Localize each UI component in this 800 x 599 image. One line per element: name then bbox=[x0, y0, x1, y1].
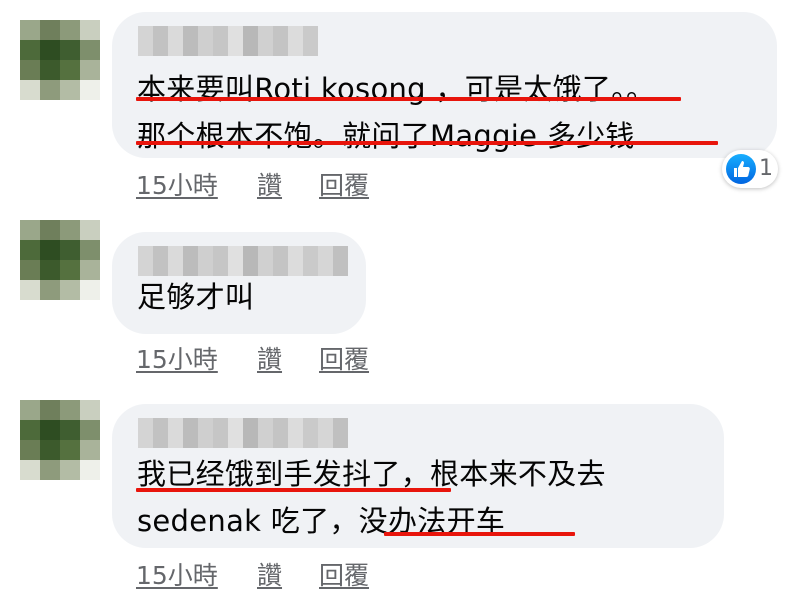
reaction-count: 1 bbox=[759, 156, 773, 181]
comment-bubble: 我已经饿到手发抖了，根本来不及去 sedenak 吃了，没办法开车 bbox=[112, 404, 724, 548]
reply-button[interactable]: 回覆 bbox=[319, 166, 369, 202]
like-button[interactable]: 讚 bbox=[257, 556, 282, 592]
comment-text-line: 那个根本不饱。就问了Maggie 多少钱 bbox=[137, 119, 635, 153]
red-underline bbox=[384, 532, 575, 536]
reply-button[interactable]: 回覆 bbox=[319, 340, 369, 376]
avatar[interactable] bbox=[20, 220, 100, 300]
reply-button[interactable]: 回覆 bbox=[319, 556, 369, 592]
reaction-badge[interactable]: 1 bbox=[722, 150, 778, 188]
comment-1: 本来要叫Roti kosong ，可是太饿了。。 那个根本不饱。就问了Maggi… bbox=[0, 0, 800, 200]
red-underline bbox=[136, 141, 718, 145]
comment-3: 我已经饿到手发抖了，根本来不及去 sedenak 吃了，没办法开车 15小時 讚… bbox=[0, 390, 800, 599]
avatar[interactable] bbox=[20, 20, 100, 100]
like-button[interactable]: 讚 bbox=[257, 166, 282, 202]
thumbs-up-icon bbox=[726, 154, 756, 184]
blurred-commenter-name[interactable] bbox=[138, 418, 348, 448]
red-underline bbox=[136, 488, 451, 492]
comment-bubble: 本来要叫Roti kosong ，可是太饿了。。 那个根本不饱。就问了Maggi… bbox=[112, 12, 777, 158]
comment-2: 足够才叫 15小時 讚 回覆 bbox=[0, 210, 800, 380]
red-underline bbox=[136, 97, 681, 101]
timestamp-link[interactable]: 15小時 bbox=[136, 340, 218, 376]
like-button[interactable]: 讚 bbox=[257, 340, 282, 376]
comment-text-line: 本来要叫Roti kosong ，可是太饿了。。 bbox=[137, 72, 656, 106]
timestamp-link[interactable]: 15小時 bbox=[136, 556, 218, 592]
comment-text-line: sedenak 吃了，没办法开车 bbox=[137, 504, 506, 538]
comment-text-line: 足够才叫 bbox=[137, 280, 255, 314]
blurred-commenter-name[interactable] bbox=[138, 26, 318, 56]
timestamp-link[interactable]: 15小時 bbox=[136, 166, 218, 202]
avatar[interactable] bbox=[20, 400, 100, 480]
comment-bubble: 足够才叫 bbox=[112, 232, 366, 334]
